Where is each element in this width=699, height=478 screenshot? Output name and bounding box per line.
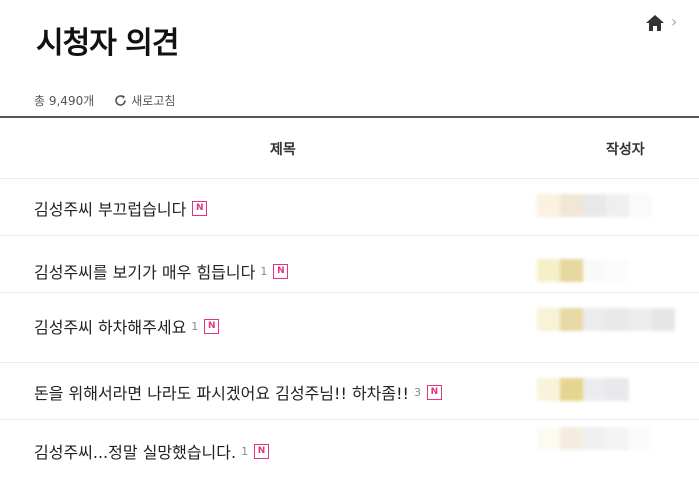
table-row: 김성주씨 하차해주세요 1 N (0, 292, 699, 363)
post-title-link[interactable]: 김성주씨를 보기가 매우 힘듭니다 1 N (34, 259, 289, 283)
refresh-button[interactable]: 새로고침 (114, 92, 175, 109)
post-title: 김성주씨...정말 실망했습니다. (34, 443, 237, 462)
column-header-title: 제목 (270, 142, 296, 158)
new-badge: N (254, 443, 270, 459)
new-badge: N (204, 318, 220, 334)
author-name-blurred (537, 308, 675, 331)
post-title: 김성주씨를 보기가 매우 힘듭니다 (34, 263, 256, 282)
author-name-blurred (537, 378, 629, 401)
post-title: 돈을 위해서라면 나라도 파시겠어요 김성주님!! 하차좀!! (34, 384, 409, 403)
new-badge: N (192, 200, 208, 216)
list-summary: 총 9,490개 새로고침 (34, 92, 175, 109)
post-title-link[interactable]: 김성주씨...정말 실망했습니다. 1 N (34, 439, 270, 463)
comment-count: 1 (191, 319, 199, 333)
author-name-blurred (537, 194, 652, 217)
refresh-label: 새로고침 (131, 94, 176, 108)
author-name-blurred (537, 259, 629, 282)
author-name-blurred (537, 427, 652, 450)
table-row: 김성주씨를 보기가 매우 힘듭니다 1 N (0, 235, 699, 293)
chevron-right-icon: › (671, 12, 678, 31)
total-count: 총 9,490개 (34, 94, 95, 108)
comment-count: 3 (413, 385, 421, 399)
refresh-icon (115, 95, 127, 106)
home-icon[interactable] (645, 14, 665, 32)
new-badge: N (273, 263, 289, 279)
column-header-author: 작성자 (606, 142, 645, 158)
table-row: 돈을 위해서라면 나라도 파시겠어요 김성주님!! 하차좀!! 3 N (0, 362, 699, 420)
post-title: 김성주씨 부끄럽습니다 (34, 200, 187, 219)
post-title-link[interactable]: 김성주씨 하차해주세요 1 N (34, 314, 220, 338)
page-title: 시청자 의견 (36, 26, 179, 61)
comment-count: 1 (260, 264, 268, 278)
post-title-link[interactable]: 김성주씨 부끄럽습니다 N (34, 196, 208, 220)
comment-count: 1 (241, 444, 249, 458)
new-badge: N (426, 384, 442, 400)
table-row: 김성주씨...정말 실망했습니다. 1 N (0, 419, 699, 478)
table-row: 김성주씨 부끄럽습니다 N (0, 178, 699, 236)
post-title-link[interactable]: 돈을 위해서라면 나라도 파시겠어요 김성주님!! 하차좀!! 3 N (34, 380, 442, 404)
table-header: 제목 작성자 (0, 118, 699, 179)
post-title: 김성주씨 하차해주세요 (34, 318, 187, 337)
